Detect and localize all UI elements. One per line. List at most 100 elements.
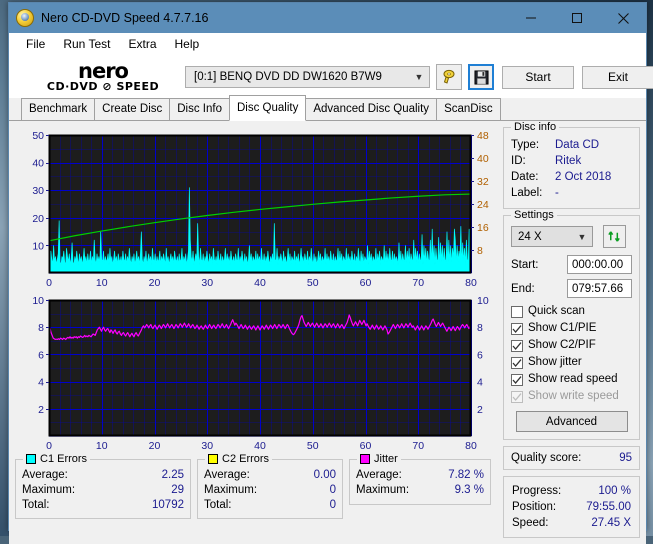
refresh-button[interactable] [603, 225, 626, 248]
stat-row: Maximum: 29 [22, 483, 184, 498]
checkbox-show-jitter[interactable]: Show jitter [511, 354, 632, 371]
c1-errors-chart-svg: 10203040508162432404801020304050607080 [15, 127, 497, 292]
disc-info-row: Label: - [511, 185, 632, 201]
close-icon[interactable] [600, 3, 646, 33]
start-button[interactable]: Start [502, 66, 574, 89]
checkbox-label: Show jitter [528, 354, 582, 371]
tab-benchmark[interactable]: Benchmark [21, 98, 95, 120]
menu-item-run-test[interactable]: Run Test [54, 35, 119, 53]
nero-logo-subtitle: CD·DVD ⊘ SPEED [47, 81, 159, 93]
svg-text:40: 40 [32, 158, 44, 170]
svg-text:70: 70 [412, 440, 424, 452]
svg-text:60: 60 [360, 440, 372, 452]
advanced-button[interactable]: Advanced [516, 411, 628, 432]
disc-label-value: - [555, 185, 559, 201]
c1-total-label: Total: [22, 498, 152, 513]
check-icon [512, 341, 522, 351]
disc-info-group: Disc info Type: Data CD ID: Ritek Date: … [503, 127, 640, 209]
svg-text:40: 40 [254, 277, 266, 289]
nero-disc-icon [16, 9, 34, 27]
svg-text:6: 6 [477, 349, 483, 361]
jitter-chart-svg: 24681024681001020304050607080 [15, 292, 497, 455]
tab-disc-info[interactable]: Disc Info [169, 98, 230, 120]
svg-text:10: 10 [96, 277, 108, 289]
window-title: Nero CD-DVD Speed 4.7.7.16 [41, 11, 508, 25]
svg-text:60: 60 [360, 277, 372, 289]
disc-tool-icon [441, 69, 457, 85]
svg-text:4: 4 [477, 377, 483, 389]
save-button[interactable] [468, 64, 494, 90]
speed-select[interactable]: 24 X ▼ [511, 226, 593, 247]
exit-button[interactable]: Exit [582, 66, 653, 89]
svg-text:30: 30 [201, 277, 213, 289]
disc-tool-button[interactable] [436, 64, 462, 90]
svg-text:8: 8 [477, 322, 483, 334]
quality-score-value: 95 [619, 452, 632, 464]
menu-item-extra[interactable]: Extra [119, 35, 165, 53]
c1-errors-stats: C1 Errors Average: 2.25 Maximum: 29 Tota… [15, 459, 191, 519]
svg-text:8: 8 [477, 245, 483, 257]
disc-type-value: Data CD [555, 137, 599, 153]
charts-column: 10203040508162432404801020304050607080 2… [15, 127, 497, 538]
c1-average-value: 2.25 [162, 468, 184, 483]
c2-errors-stats: C2 Errors Average: 0.00 Maximum: 0 Total… [197, 459, 343, 519]
menu-item-file[interactable]: File [17, 35, 54, 53]
jitter-maximum-label: Maximum: [356, 483, 455, 498]
jitter-chart: 24681024681001020304050607080 [15, 292, 497, 455]
jitter-stats: Jitter Average: 7.82 % Maximum: 9.3 % [349, 459, 491, 505]
check-icon [512, 392, 522, 402]
tab-advanced-disc-quality[interactable]: Advanced Disc Quality [305, 98, 437, 120]
chevron-down-icon: ▼ [409, 72, 429, 82]
speed-label: Speed: [512, 515, 591, 531]
svg-text:0: 0 [46, 440, 52, 452]
tab-create-disc[interactable]: Create Disc [94, 98, 170, 120]
c2-total-value: 0 [330, 498, 336, 513]
progress-label: Progress: [512, 483, 598, 499]
quality-score-label: Quality score: [511, 452, 619, 464]
progress-row: Speed: 27.45 X [512, 515, 631, 531]
end-input[interactable]: 079:57.66 [567, 279, 632, 298]
c2-maximum-value: 0 [330, 483, 336, 498]
minimize-icon[interactable] [508, 3, 554, 33]
checkbox-show-c2-pif[interactable]: Show C2/PIF [511, 337, 632, 354]
speed-select-value: 24 X [518, 231, 572, 243]
speed-row: 24 X ▼ [511, 225, 632, 248]
checkbox-box [511, 306, 523, 318]
c1-maximum-value: 29 [171, 483, 184, 498]
checkbox-show-read-speed[interactable]: Show read speed [511, 371, 632, 388]
svg-text:80: 80 [465, 440, 477, 452]
checkbox-label: Show read speed [528, 371, 618, 388]
jitter-color-swatch [360, 454, 370, 464]
jitter-legend-label: Jitter [374, 453, 398, 465]
c2-total-label: Total: [204, 498, 330, 513]
c1-errors-legend-label: C1 Errors [40, 453, 87, 465]
tab-scandisc[interactable]: ScanDisc [436, 98, 501, 120]
c1-total-value: 10792 [152, 498, 184, 513]
start-input[interactable]: 000:00.00 [567, 255, 632, 274]
svg-text:20: 20 [149, 440, 161, 452]
title-bar: Nero CD-DVD Speed 4.7.7.16 [9, 3, 646, 33]
speed-value: 27.45 X [591, 515, 631, 531]
svg-text:32: 32 [477, 176, 489, 188]
quality-score-row: Quality score: 95 [511, 452, 632, 464]
disc-info-row: Type: Data CD [511, 137, 632, 153]
stat-row: Total: 10792 [22, 498, 184, 513]
svg-text:16: 16 [477, 222, 489, 234]
svg-text:10: 10 [32, 240, 44, 252]
checkbox-show-c1-pie[interactable]: Show C1/PIE [511, 320, 632, 337]
drive-select[interactable]: [0:1] BENQ DVD DD DW1620 B7W9 ▼ [185, 66, 430, 88]
disc-id-value: Ritek [555, 153, 581, 169]
stat-row: Maximum: 9.3 % [356, 483, 484, 498]
disc-type-label: Type: [511, 137, 555, 153]
nero-logo-wordmark: nero [78, 61, 128, 81]
checkbox-quick-scan[interactable]: Quick scan [511, 303, 632, 320]
tab-disc-quality[interactable]: Disc Quality [229, 95, 306, 121]
menu-item-help[interactable]: Help [166, 35, 209, 53]
check-icon [512, 358, 522, 368]
svg-text:2: 2 [38, 404, 44, 416]
disc-info-row: ID: Ritek [511, 153, 632, 169]
chevron-down-icon: ▼ [572, 232, 592, 242]
maximize-icon[interactable] [554, 3, 600, 33]
disc-id-label: ID: [511, 153, 555, 169]
svg-text:20: 20 [149, 277, 161, 289]
